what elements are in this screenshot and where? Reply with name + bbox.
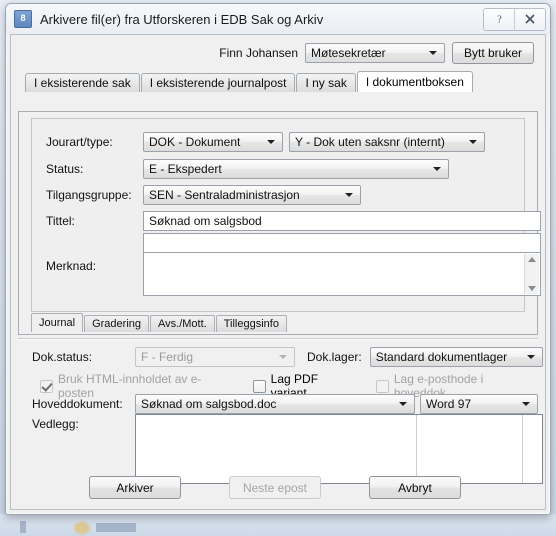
doklager-select-value: Standard dokumentlager bbox=[375, 350, 508, 364]
dialog-window: 8 Arkivere fil(er) fra Utforskeren i EDB… bbox=[5, 3, 551, 515]
tilgangsgruppe-label: Tilgangsgruppe: bbox=[46, 188, 132, 202]
tab-page-dokumentboksen: Jourart/type: DOK - Dokument Y - Dok ute… bbox=[18, 111, 541, 335]
role-select-value: Møtesekretær bbox=[311, 46, 386, 60]
next-email-button: Neste epost bbox=[229, 476, 321, 499]
tab-i-ny-sak[interactable]: I ny sak bbox=[296, 73, 356, 92]
hoveddokument-select-value: Søknad om salgsbod.doc bbox=[141, 397, 277, 411]
tittel-row: Tittel: Søknad om salgsbod bbox=[46, 211, 541, 231]
inner-tab-tilleggsinfo[interactable]: Tilleggsinfo bbox=[215, 315, 287, 332]
hoveddokument-label: Hoveddokument: bbox=[32, 397, 123, 411]
tab-i-eksisterende-sak[interactable]: I eksisterende sak bbox=[25, 73, 140, 92]
tittel-label: Tittel: bbox=[46, 214, 75, 228]
help-button[interactable]: ? bbox=[484, 8, 514, 30]
taskbar-app-item bbox=[96, 523, 136, 532]
hoveddokument-format-select[interactable]: Word 97 bbox=[420, 394, 538, 414]
chevron-down-icon bbox=[429, 51, 437, 55]
checkbox-icon bbox=[375, 379, 389, 393]
document-panel: Dok.status: F - Ferdig Dok.lager: Standa… bbox=[18, 338, 543, 505]
tab-i-eksisterende-journalpost[interactable]: I eksisterende journalpost bbox=[140, 73, 296, 92]
chevron-down-icon bbox=[399, 402, 407, 406]
hoveddokument-row: Hoveddokument: Søknad om salgsbod.doc Wo… bbox=[32, 394, 538, 414]
title-bar-buttons: ? bbox=[483, 7, 546, 31]
panel-divider bbox=[18, 338, 538, 340]
inner-tab-journal[interactable]: Journal bbox=[31, 313, 84, 332]
tilgangsgruppe-select[interactable]: SEN - Sentraladministrasjon bbox=[143, 185, 361, 205]
main-tabstrip: I eksisterende sak I eksisterende journa… bbox=[25, 71, 545, 92]
merknad-scrollbar[interactable] bbox=[524, 254, 539, 294]
inner-tab-avsmott[interactable]: Avs./Mott. bbox=[150, 315, 215, 332]
hoveddokument-select[interactable]: Søknad om salgsbod.doc bbox=[135, 394, 415, 414]
checkbox-icon bbox=[40, 379, 53, 393]
jourart-label: Jourart/type: bbox=[46, 135, 113, 149]
tittel-second-input[interactable] bbox=[143, 233, 541, 253]
application-icon: 8 bbox=[14, 10, 32, 28]
title-bar: 8 Arkivere fil(er) fra Utforskeren i EDB… bbox=[6, 4, 550, 34]
dokstatus-select: F - Ferdig bbox=[135, 347, 295, 367]
journal-inner-tabstrip: Journal Gradering Avs./Mott. Tilleggsinf… bbox=[31, 313, 288, 332]
svg-text:?: ? bbox=[497, 15, 502, 26]
jourtype-select-value: Y - Dok uten saksnr (internt) bbox=[295, 135, 445, 149]
dialog-button-row: Arkiver Neste epost Avbryt bbox=[18, 476, 538, 499]
question-mark-icon: ? bbox=[497, 15, 502, 26]
tittel-input[interactable]: Søknad om salgsbod bbox=[143, 211, 541, 231]
hoveddokument-format-value: Word 97 bbox=[426, 397, 472, 411]
taskbar-start-item bbox=[20, 521, 26, 533]
jourart-select-value: DOK - Dokument bbox=[149, 135, 241, 149]
user-bar: Finn Johansen Møtesekretær Bytt bruker bbox=[11, 35, 545, 68]
merknad-textarea[interactable] bbox=[143, 252, 541, 296]
client-area: Finn Johansen Møtesekretær Bytt bruker I… bbox=[10, 34, 546, 510]
tilgangsgruppe-row: Tilgangsgruppe: SEN - Sentraladministras… bbox=[46, 185, 361, 205]
chevron-down-icon bbox=[345, 193, 353, 197]
chevron-down-icon bbox=[469, 140, 477, 144]
taskbar-app-icon bbox=[74, 522, 90, 534]
jourart-row: Jourart/type: DOK - Dokument Y - Dok ute… bbox=[46, 132, 485, 152]
tilgangsgruppe-select-value: SEN - Sentraladministrasjon bbox=[149, 188, 300, 202]
chevron-down-icon bbox=[522, 402, 530, 406]
dokstatus-label: Dok.status: bbox=[32, 350, 93, 364]
jourtype-select[interactable]: Y - Dok uten saksnr (internt) bbox=[289, 132, 485, 152]
switch-user-button[interactable]: Bytt bruker bbox=[452, 42, 534, 64]
jourart-select[interactable]: DOK - Dokument bbox=[143, 132, 283, 152]
window-title: Arkivere fil(er) fra Utforskeren i EDB S… bbox=[40, 11, 324, 27]
close-button[interactable] bbox=[514, 8, 545, 30]
doklager-select[interactable]: Standard dokumentlager bbox=[369, 347, 543, 367]
status-select-value: E - Ekspedert bbox=[149, 162, 222, 176]
vedlegg-column-divider bbox=[416, 415, 417, 483]
chevron-down-icon bbox=[279, 355, 287, 359]
doklager-label: Dok.lager: bbox=[307, 350, 362, 364]
status-select[interactable]: E - Ekspedert bbox=[143, 159, 449, 179]
vedlegg-label: Vedlegg: bbox=[32, 417, 79, 431]
chevron-down-icon bbox=[433, 167, 441, 171]
archive-button[interactable]: Arkiver bbox=[89, 476, 181, 499]
cancel-button[interactable]: Avbryt bbox=[369, 476, 461, 499]
journal-fields-group: Jourart/type: DOK - Dokument Y - Dok ute… bbox=[31, 118, 541, 312]
close-icon bbox=[525, 14, 535, 24]
current-user-name: Finn Johansen bbox=[219, 46, 298, 60]
chevron-down-icon bbox=[267, 140, 275, 144]
status-label: Status: bbox=[46, 162, 84, 176]
chevron-down-icon bbox=[526, 355, 535, 359]
scroll-down-icon[interactable] bbox=[528, 286, 536, 291]
tab-i-dokumentboksen[interactable]: I dokumentboksen bbox=[356, 71, 473, 92]
merknad-label: Merknad: bbox=[46, 259, 97, 273]
scroll-up-icon[interactable] bbox=[528, 257, 536, 262]
checkbox-icon bbox=[252, 379, 266, 393]
vedlegg-list[interactable] bbox=[135, 414, 543, 484]
dokstatus-select-value: F - Ferdig bbox=[141, 350, 194, 364]
vedlegg-column-divider bbox=[522, 415, 523, 483]
role-select[interactable]: Møtesekretær bbox=[305, 43, 445, 63]
dokstatus-row: Dok.status: F - Ferdig Dok.lager: Standa… bbox=[32, 347, 543, 367]
inner-tab-gradering[interactable]: Gradering bbox=[84, 315, 149, 332]
tittel-second-row bbox=[143, 233, 541, 253]
status-row: Status: E - Ekspedert bbox=[46, 159, 449, 179]
